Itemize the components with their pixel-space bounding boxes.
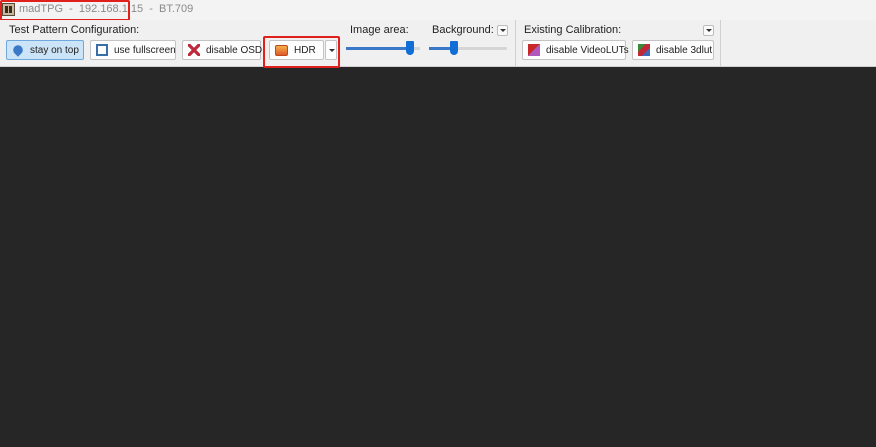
background-slider[interactable] — [429, 47, 507, 50]
disable-videoluts-button[interactable]: disable VideoLUTs — [522, 40, 629, 60]
pin-icon — [11, 43, 25, 57]
background-slider-thumb[interactable] — [450, 41, 458, 55]
disable-osd-button[interactable]: disable OSD — [182, 40, 263, 60]
stay-on-top-button[interactable]: stay on top — [6, 40, 84, 60]
background-dropdown-button[interactable] — [497, 25, 508, 36]
toolbar-separator — [515, 20, 516, 67]
toolbar: Test Pattern Configuration: stay on top … — [0, 20, 876, 67]
stay-on-top-label: stay on top — [30, 44, 79, 56]
title-bar: madTPG - 192.168.1.15 - BT.709 — [0, 0, 876, 20]
disable-osd-label: disable OSD — [206, 44, 263, 56]
disable-videoluts-label: disable VideoLUTs — [546, 44, 629, 56]
calibration-dropdown-button[interactable] — [703, 25, 714, 36]
background-label: Background: — [432, 24, 494, 36]
test-pattern-config-label: Test Pattern Configuration: — [9, 24, 140, 36]
title-highlight-box — [0, 0, 130, 21]
colorspace-label: BT.709 — [159, 3, 194, 15]
disable-3dlut-button[interactable]: disable 3dlut — [632, 40, 714, 60]
image-area-label: Image area: — [350, 24, 409, 36]
osd-off-icon — [188, 44, 200, 56]
test-pattern-area[interactable] — [0, 68, 876, 447]
use-fullscreen-label: use fullscreen — [114, 44, 176, 56]
hdr-highlight-box — [263, 36, 340, 68]
image-area-slider-thumb[interactable] — [406, 41, 414, 55]
disable-3dlut-label: disable 3dlut — [656, 44, 713, 56]
videoluts-icon — [528, 44, 540, 56]
toolbar-end-separator — [720, 20, 721, 67]
3dlut-icon — [638, 44, 650, 56]
use-fullscreen-button[interactable]: use fullscreen — [90, 40, 176, 60]
fullscreen-icon — [96, 44, 108, 56]
title-separator-2: - — [143, 3, 160, 15]
existing-calibration-label: Existing Calibration: — [524, 24, 622, 36]
